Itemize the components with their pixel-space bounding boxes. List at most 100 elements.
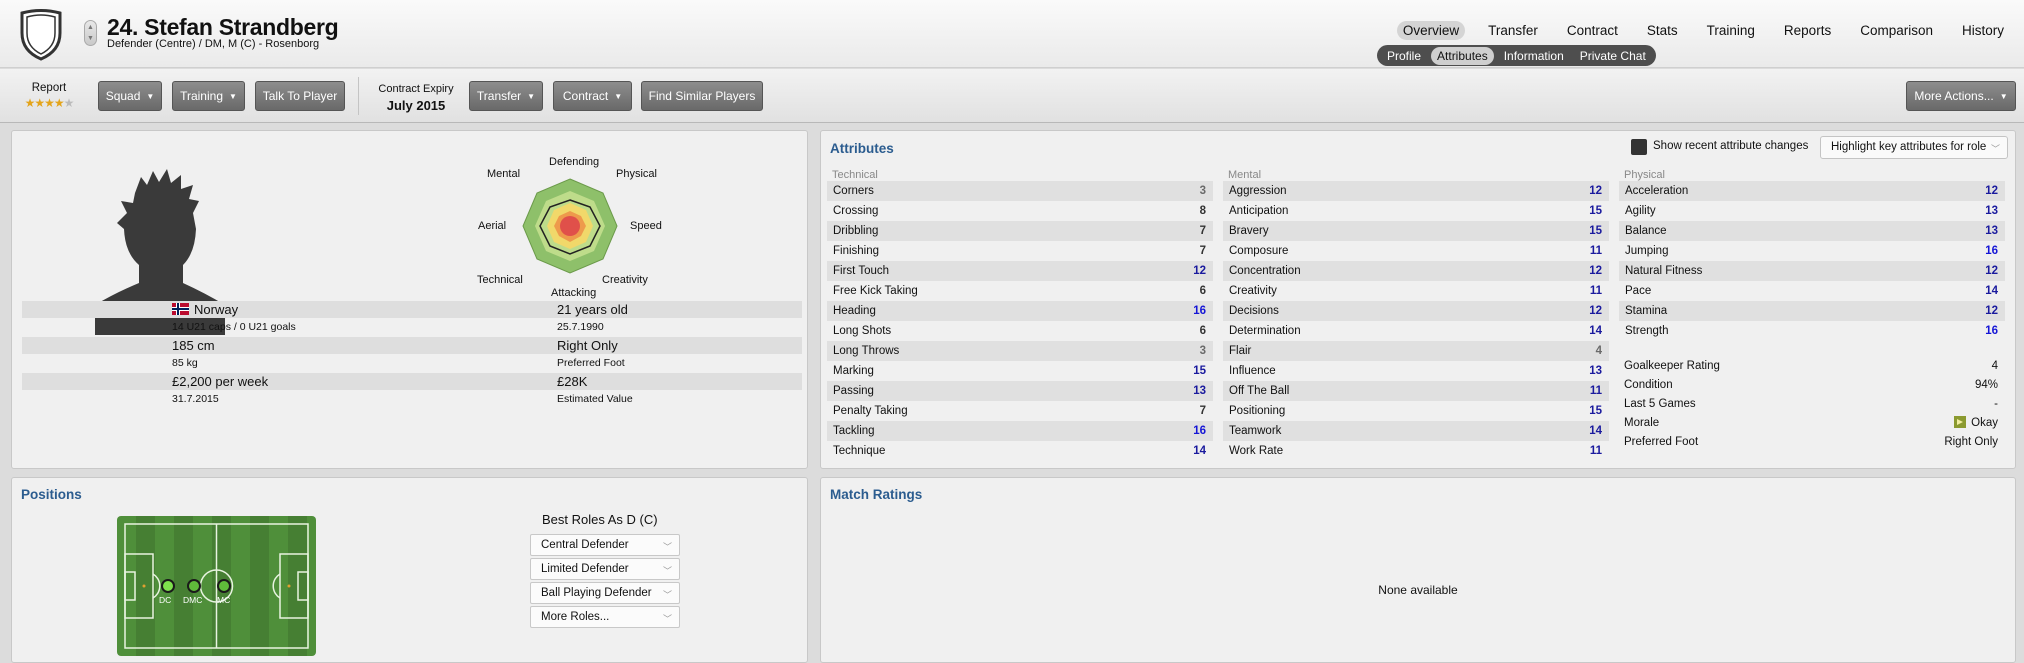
chevron-down-icon[interactable]: ▼ — [87, 35, 94, 42]
attribute-value: 16 — [1193, 425, 1206, 437]
top-navigation: Overview Transfer Contract Stats Training Rep… — [1396, 21, 2010, 40]
role-dropdown[interactable]: Ball Playing Defender ﹀ — [530, 582, 680, 604]
nav-tab-transfer[interactable]: Transfer — [1482, 21, 1544, 40]
role-dropdown[interactable]: Limited Defender ﹀ — [530, 558, 680, 580]
contract-button[interactable]: Contract ▼ — [553, 81, 632, 111]
attribute-row[interactable]: Determination 14 — [1223, 321, 1609, 341]
attribute-name: Composure — [1229, 245, 1289, 257]
attribute-row[interactable]: Heading 16 — [827, 301, 1213, 321]
attribute-value: 6 — [1199, 285, 1206, 297]
attribute-row[interactable]: Stamina 12 — [1619, 301, 2005, 321]
attribute-value: 16 — [1985, 245, 1998, 257]
attribute-row[interactable]: Work Rate 11 — [1223, 441, 1609, 461]
show-changes-label[interactable]: Show recent attribute changes — [1653, 140, 1808, 152]
attribute-name: Natural Fitness — [1625, 265, 1703, 277]
attribute-row[interactable]: Finishing 7 — [827, 241, 1213, 261]
attribute-row[interactable]: Aggression 12 — [1223, 181, 1609, 201]
attribute-row[interactable]: Dribbling 7 — [827, 221, 1213, 241]
nav-tab-contract[interactable]: Contract — [1561, 21, 1624, 40]
attribute-row[interactable]: Bravery 15 — [1223, 221, 1609, 241]
attribute-row[interactable]: Marking 15 — [827, 361, 1213, 381]
attribute-name: Anticipation — [1229, 205, 1289, 217]
transfer-button-label: Transfer — [476, 89, 522, 103]
attribute-value: 8 — [1199, 205, 1206, 217]
attribute-row[interactable]: Positioning 15 — [1223, 401, 1609, 421]
attribute-row[interactable]: Jumping 16 — [1619, 241, 2005, 261]
attribute-row[interactable]: Tackling 16 — [827, 421, 1213, 441]
info-row-shade — [22, 373, 802, 390]
star-icon: ★ — [53, 96, 65, 110]
subnav-tab-attributes[interactable]: Attributes — [1431, 46, 1494, 65]
show-changes-checkbox[interactable] — [1631, 139, 1647, 155]
radar-label-physical: Physical — [616, 168, 657, 180]
attribute-row[interactable]: First Touch 12 — [827, 261, 1213, 281]
info-value-text: 94% — [1974, 378, 1998, 391]
attribute-row[interactable]: Crossing 8 — [827, 201, 1213, 221]
info-row-last-5-games: Last 5 Games - — [1619, 394, 2005, 413]
attribute-row[interactable]: Acceleration 12 — [1619, 181, 2005, 201]
attribute-row[interactable]: Penalty Taking 7 — [827, 401, 1213, 421]
attribute-value: 14 — [1193, 445, 1206, 457]
contract-expiry-value: July 2015 — [386, 98, 446, 113]
attribute-value: 3 — [1199, 345, 1206, 357]
physical-attributes-list: Acceleration 12 Agility 13 Balance 13 Jumping 1… — [1619, 181, 2005, 341]
more-actions-button[interactable]: More Actions... ▼ — [1906, 81, 2016, 111]
attribute-row[interactable]: Decisions 12 — [1223, 301, 1609, 321]
squad-button[interactable]: Squad ▼ — [98, 81, 162, 111]
attribute-row[interactable]: Balance 13 — [1619, 221, 2005, 241]
chevron-up-icon[interactable]: ▲ — [87, 24, 94, 31]
nav-tab-history[interactable]: History — [1956, 21, 2010, 40]
technical-attributes-list: Corners 3 Crossing 8 Dribbling 7 Finishing 7 Fir… — [827, 181, 1213, 461]
more-actions-label: More Actions... — [1914, 89, 1994, 103]
attribute-row[interactable]: Passing 13 — [827, 381, 1213, 401]
attribute-row[interactable]: Free Kick Taking 6 — [827, 281, 1213, 301]
attribute-row[interactable]: Creativity 11 — [1223, 281, 1609, 301]
nav-tab-reports[interactable]: Reports — [1778, 21, 1837, 40]
nav-tab-training[interactable]: Training — [1701, 21, 1761, 40]
nav-tab-stats[interactable]: Stats — [1641, 21, 1684, 40]
attribute-row[interactable]: Strength 16 — [1619, 321, 2005, 341]
attribute-row[interactable]: Pace 14 — [1619, 281, 2005, 301]
subnav-tab-profile[interactable]: Profile — [1381, 47, 1427, 65]
find-similar-players-button[interactable]: Find Similar Players — [641, 81, 763, 111]
highlight-attributes-dropdown[interactable]: Highlight key attributes for role ﹀ — [1820, 136, 2008, 159]
talk-to-player-button[interactable]: Talk To Player — [255, 81, 345, 111]
role-dropdown[interactable]: Central Defender ﹀ — [530, 534, 680, 556]
position-label-mc: MC — [217, 595, 231, 605]
attribute-row[interactable]: Teamwork 14 — [1223, 421, 1609, 441]
attribute-value: 13 — [1985, 225, 1998, 237]
position-label-dmc: DMC — [183, 595, 203, 605]
attribute-row[interactable]: Off The Ball 11 — [1223, 381, 1609, 401]
mental-attributes-list: Aggression 12 Anticipation 15 Bravery 15 Compo… — [1223, 181, 1609, 461]
attribute-row[interactable]: Flair 4 — [1223, 341, 1609, 361]
nav-tab-comparison[interactable]: Comparison — [1854, 21, 1939, 40]
attribute-row[interactable]: Anticipation 15 — [1223, 201, 1609, 221]
positions-title: Positions — [21, 487, 82, 502]
attribute-row[interactable]: Influence 13 — [1223, 361, 1609, 381]
mental-heading: Mental — [1228, 169, 1262, 181]
nav-tab-overview[interactable]: Overview — [1396, 21, 1466, 40]
role-dropdown[interactable]: More Roles... ﹀ — [530, 606, 680, 628]
attribute-value: 11 — [1589, 445, 1602, 457]
attribute-value: 11 — [1589, 245, 1602, 257]
star-icon: ★ — [63, 96, 75, 110]
transfer-button[interactable]: Transfer ▼ — [469, 81, 543, 111]
nationality[interactable]: Norway — [172, 302, 238, 317]
attribute-row[interactable]: Long Shots 6 — [827, 321, 1213, 341]
info-value-text: 4 — [1991, 359, 1998, 372]
info-value-text: - — [1994, 397, 1998, 410]
training-button[interactable]: Training ▼ — [172, 81, 245, 111]
player-prev-next-control[interactable]: ▲ ▼ — [84, 20, 97, 46]
scout-report[interactable]: Report ★★★★★ — [14, 82, 84, 110]
attribute-row[interactable]: Long Throws 3 — [827, 341, 1213, 361]
attribute-row[interactable]: Technique 14 — [827, 441, 1213, 461]
subnav-tab-private-chat[interactable]: Private Chat — [1574, 47, 1652, 65]
attribute-row[interactable]: Composure 11 — [1223, 241, 1609, 261]
attribute-row[interactable]: Agility 13 — [1619, 201, 2005, 221]
attribute-row[interactable]: Concentration 12 — [1223, 261, 1609, 281]
attribute-row[interactable]: Natural Fitness 12 — [1619, 261, 2005, 281]
info-value: - — [1994, 398, 1998, 410]
technical-heading: Technical — [832, 169, 878, 181]
attribute-row[interactable]: Corners 3 — [827, 181, 1213, 201]
subnav-tab-information[interactable]: Information — [1498, 47, 1570, 65]
